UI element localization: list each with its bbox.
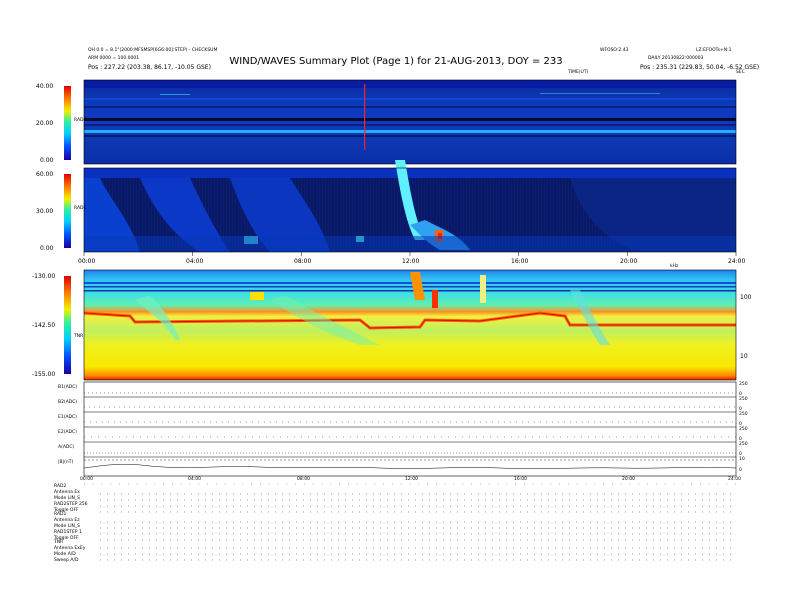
rad2-spectrogram	[84, 80, 736, 164]
rad2-tick-mid: 20.00	[36, 120, 54, 127]
bottom-time-tick-8: 08:00	[297, 477, 310, 482]
tnr-label: TNR	[74, 334, 84, 339]
tnr-colorbar	[64, 276, 71, 374]
tnr-status-sweep: Sweep A/D	[54, 558, 79, 563]
rad1-colorbar	[64, 174, 71, 248]
rad1-status-title: RAD1	[54, 512, 67, 517]
bottom-time-tick-4: 04:00	[188, 477, 201, 482]
bottom-time-tick-16: 16:00	[514, 477, 527, 482]
tnr-status-mode: Mode A/D	[54, 552, 76, 557]
bottom-time-tick-0: 00:00	[80, 477, 93, 482]
tnr-tick-top: -130.00	[32, 273, 56, 280]
time-ticks-top	[83, 252, 737, 256]
tnr-right-tick-100: 100	[740, 294, 752, 301]
rad2-colorbar	[64, 86, 71, 160]
rad2-tick-top: 40.00	[36, 83, 54, 90]
e1-tick-top: 250	[739, 412, 748, 417]
e2-label: E2(ADC)	[58, 430, 77, 435]
rad2-status-antenna: Antenna Ex	[54, 490, 80, 495]
e2-tick-top: 250	[739, 427, 748, 432]
tnr-status-antenna: Antenna ExEy	[54, 546, 86, 551]
b-mag-tick-top: 10	[739, 457, 745, 462]
b-mag-label: |B|(nT)	[58, 460, 74, 465]
rad2-panel	[64, 79, 737, 165]
bottom-time-tick-12: 12:00	[405, 477, 418, 482]
a-tick-top: 250	[739, 442, 748, 447]
tnr-right-label: kHz	[670, 264, 679, 269]
time-tick-20: 20:00	[620, 258, 638, 265]
tnr-tick-bottom: -155.00	[32, 371, 56, 378]
b1-tick-top: 250	[739, 382, 748, 387]
status-rows	[84, 483, 736, 561]
a-label: A(ADC)	[58, 445, 75, 450]
rad1-status-antenna: Antenna Ez	[54, 518, 80, 523]
e1-label: E1(ADC)	[58, 415, 77, 420]
summary-plot-svg	[64, 79, 737, 561]
rad1-tick-mid: 30.00	[36, 208, 54, 215]
rad1-tick-top: 60.00	[36, 171, 54, 178]
bottom-panels	[83, 381, 737, 477]
rad2-label: RAD2	[74, 118, 87, 123]
b1-label: B1(ADC)	[58, 385, 78, 390]
rad2-status-step: RAD2STEP 256	[54, 502, 88, 507]
rad1-status-mode: Mode LIN_S	[54, 524, 80, 529]
time-tick-16: 16:00	[511, 258, 529, 265]
tnr-status-title: TNR	[54, 540, 64, 545]
rad1-status-step: RAD1STEP 1	[54, 530, 82, 535]
rad2-status-mode: Mode LIN_S	[54, 496, 80, 501]
tnr-tick-mid: -142.50	[32, 322, 56, 329]
b-mag-tick-bottom: 0	[739, 468, 742, 473]
rad2-status-title: RAD2	[54, 484, 67, 489]
b2-tick-top: 250	[739, 397, 748, 402]
b2-label: B2(ADC)	[58, 400, 78, 405]
bottom-time-tick-24: 24:00	[728, 477, 741, 482]
tnr-panel	[64, 269, 737, 381]
time-tick-0: 00:00	[78, 258, 96, 265]
tnr-right-tick-10: 10	[740, 353, 748, 360]
rad1-tick-bottom: 0.00	[40, 245, 54, 252]
time-tick-8: 08:00	[294, 258, 312, 265]
time-tick-4: 04:00	[186, 258, 204, 265]
rad1-panel	[64, 160, 737, 253]
time-tick-12: 12:00	[402, 258, 420, 265]
bottom-time-tick-20: 20:00	[622, 477, 635, 482]
rad2-tick-bottom: 0.00	[40, 157, 54, 164]
rad1-label: RAD1	[74, 206, 87, 211]
time-tick-24: 24:00	[728, 258, 746, 265]
